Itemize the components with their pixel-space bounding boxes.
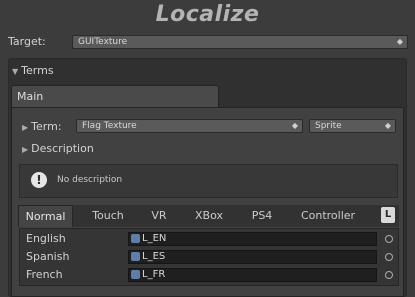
term-dropdown-value: Flag Texture (82, 121, 137, 131)
tab-main[interactable]: Main (11, 85, 219, 107)
tab-xbox[interactable]: XBox (184, 205, 234, 227)
tab-controller[interactable]: Controller (290, 205, 366, 227)
target-label: Target: (8, 35, 46, 48)
updown-arrow-icon: ◆ (396, 37, 403, 46)
terms-foldout[interactable]: ▼ Terms (12, 64, 54, 79)
description-text: No description (57, 175, 123, 185)
object-field-value: L_EN (142, 233, 167, 244)
tab-normal[interactable]: Normal (18, 205, 73, 227)
object-field-value: L_FR (142, 269, 166, 280)
sprite-icon (131, 251, 140, 261)
triangle-right-icon: ▶ (22, 123, 29, 132)
terms-header-label: Terms (21, 64, 54, 77)
updown-arrow-icon: ◆ (384, 121, 391, 130)
object-field-french[interactable]: L_FR (128, 268, 377, 282)
term-dropdown[interactable]: Flag Texture ◆ (76, 119, 303, 133)
language-label-french: French (26, 268, 63, 281)
updown-arrow-icon: ◆ (291, 121, 298, 130)
object-field-english[interactable]: L_EN (128, 232, 377, 246)
type-dropdown-value: Sprite (315, 121, 342, 131)
tab-vr[interactable]: VR (140, 205, 178, 227)
language-label-english: English (26, 232, 66, 245)
component-title: Localize (155, 2, 260, 27)
object-picker-icon[interactable] (385, 253, 393, 261)
description-foldout[interactable]: ▶ Description (22, 142, 94, 157)
language-l-button[interactable]: L (381, 207, 395, 223)
object-picker-icon[interactable] (385, 235, 393, 243)
sprite-icon (131, 269, 140, 279)
sprite-icon (131, 233, 140, 243)
tab-ps4[interactable]: PS4 (242, 205, 282, 227)
info-icon: ! (31, 172, 47, 188)
target-dropdown[interactable]: GUITexture ◆ (72, 35, 408, 49)
description-label: Description (31, 142, 94, 155)
object-field-spanish[interactable]: L_ES (128, 250, 377, 264)
type-dropdown[interactable]: Sprite ◆ (309, 119, 396, 133)
language-label-spanish: Spanish (26, 250, 70, 263)
target-dropdown-value: GUITexture (78, 37, 128, 47)
tab-touch[interactable]: Touch (79, 205, 137, 227)
triangle-right-icon: ▶ (22, 145, 29, 154)
triangle-down-icon: ▼ (12, 67, 19, 76)
term-label: Term: (31, 120, 62, 133)
object-field-value: L_ES (142, 251, 166, 262)
object-picker-icon[interactable] (385, 271, 393, 279)
term-foldout[interactable]: ▶ Term: (22, 120, 62, 135)
